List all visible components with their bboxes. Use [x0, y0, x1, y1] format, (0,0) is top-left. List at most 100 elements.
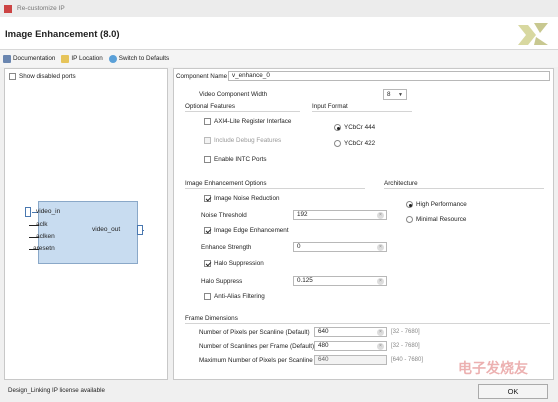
halo-suppress-input[interactable]: 0.125 × [293, 276, 387, 286]
config-panel: Component Name v_enhance_0 Video Compone… [173, 68, 554, 380]
checkbox-box[interactable] [9, 73, 16, 80]
optional-features-title: Optional Features [185, 103, 236, 110]
documentation-button[interactable]: Documentation [3, 54, 56, 63]
radio-high-performance-dot[interactable] [406, 201, 413, 208]
high-performance-label: High Performance [416, 201, 467, 208]
debug-features-box [204, 137, 211, 144]
noise-threshold-value: 192 [297, 211, 308, 218]
noise-reduction-label: Image Noise Reduction [214, 195, 280, 202]
port-video-out: video_out [92, 226, 121, 233]
dialog-header: Image Enhancement (8.0) [0, 17, 558, 50]
halo-suppression-box[interactable] [204, 260, 211, 267]
clear-icon[interactable]: × [377, 212, 384, 219]
anti-alias-box[interactable] [204, 293, 211, 300]
max-pixels-range: [640 - 7680] [391, 357, 424, 363]
symbol-panel: Show disabled ports video_in aclk aclken… [4, 68, 168, 380]
anti-alias-label: Anti-Alias Filtering [214, 293, 265, 300]
axi-lite-box[interactable] [204, 118, 211, 125]
halo-suppress-value: 0.125 [297, 277, 313, 284]
pixels-per-scanline-label: Number of Pixels per Scanline (Default) [199, 329, 310, 336]
scanlines-per-frame-label: Number of Scanlines per Frame (Default) [199, 343, 315, 350]
debug-features-label: Include Debug Features [214, 137, 282, 144]
edge-enhancement-box[interactable] [204, 227, 211, 234]
optional-features-divider [185, 111, 300, 112]
watermark: 电子发烧友 [458, 361, 528, 377]
frame-dimensions-divider [185, 323, 550, 324]
halo-suppress-label: Halo Suppress [201, 278, 243, 285]
intc-ports-label: Enable INTC Ports [214, 156, 267, 163]
clear-icon[interactable]: × [377, 329, 384, 336]
enhance-strength-label: Enhance Strength [201, 244, 252, 251]
anti-alias-checkbox[interactable]: Anti-Alias Filtering [204, 293, 265, 300]
ip-location-button[interactable]: IP Location [61, 54, 103, 63]
page-title: Image Enhancement (8.0) [5, 29, 120, 40]
clear-icon[interactable]: × [377, 343, 384, 350]
ok-button[interactable]: OK [478, 384, 548, 399]
window-title: Re-customize IP [17, 5, 65, 12]
switch-defaults-label: Switch to Defaults [118, 55, 170, 62]
enhancement-options-title: Image Enhancement Options [185, 180, 267, 187]
pixels-per-scanline-range: [32 - 7680] [391, 329, 420, 335]
documentation-label: Documentation [13, 55, 56, 62]
refresh-icon [108, 54, 117, 63]
pixels-per-scanline-input[interactable]: 640 × [314, 327, 387, 337]
halo-suppression-checkbox[interactable]: Halo Suppression [204, 260, 264, 267]
port-aclken: aclken [36, 233, 55, 240]
radio-high-performance[interactable]: High Performance [406, 201, 467, 208]
book-icon [3, 54, 11, 63]
debug-features-checkbox: Include Debug Features [204, 137, 281, 144]
radio-minimal-resource-dot[interactable] [406, 216, 413, 223]
xilinx-logo-icon [518, 23, 548, 45]
port-aclk: aclk [36, 221, 48, 228]
video-in-bus-icon [25, 207, 31, 217]
max-pixels-input: 640 [314, 355, 387, 365]
noise-reduction-checkbox[interactable]: Image Noise Reduction [204, 195, 279, 202]
radio-ycbcr444[interactable]: YCbCr 444 [334, 124, 375, 131]
toolbar: Documentation IP Location Switch to Defa… [0, 50, 558, 67]
radio-ycbcr444-dot[interactable] [334, 124, 341, 131]
edge-enhancement-checkbox[interactable]: Image Edge Enhancement [204, 227, 289, 234]
noise-threshold-label: Noise Threshold [201, 212, 247, 219]
port-video-in: video_in [36, 208, 61, 215]
intc-ports-checkbox[interactable]: Enable INTC Ports [204, 156, 267, 163]
radio-ycbcr422-dot[interactable] [334, 140, 341, 147]
radio-ycbcr422[interactable]: YCbCr 422 [334, 140, 375, 147]
clear-icon[interactable]: × [377, 244, 384, 251]
app-icon [4, 4, 12, 13]
video-width-select[interactable]: 8 ▼ [383, 89, 407, 100]
radio-minimal-resource[interactable]: Minimal Resource [406, 216, 466, 223]
enhancement-divider [185, 188, 365, 189]
chevron-down-icon: ▼ [398, 92, 403, 98]
input-format-divider [312, 111, 412, 112]
video-out-bus-icon [137, 225, 143, 235]
dialog-footer: OK [0, 381, 558, 402]
video-width-value: 8 [387, 91, 391, 98]
clear-icon[interactable]: × [377, 278, 384, 285]
scanlines-per-frame-value: 480 [318, 342, 329, 349]
ycbcr444-label: YCbCr 444 [344, 124, 376, 131]
halo-suppression-label: Halo Suppression [214, 260, 264, 267]
architecture-title: Architecture [384, 180, 418, 187]
component-name-input[interactable]: v_enhance_0 [228, 71, 550, 81]
ycbcr422-label: YCbCr 422 [344, 140, 376, 147]
enhance-strength-input[interactable]: 0 × [293, 242, 387, 252]
window-titlebar: Re-customize IP [0, 0, 558, 17]
folder-icon [61, 54, 70, 63]
edge-enhancement-label: Image Edge Enhancement [214, 227, 289, 234]
input-format-title: Input Format [312, 103, 348, 110]
show-disabled-ports-label: Show disabled ports [19, 73, 76, 80]
frame-dimensions-title: Frame Dimensions [185, 315, 238, 322]
max-pixels-value: 640 [318, 356, 329, 363]
switch-defaults-button[interactable]: Switch to Defaults [108, 54, 170, 63]
enhance-strength-value: 0 [297, 243, 301, 250]
axi-lite-checkbox[interactable]: AXI4-Lite Register Interface [204, 118, 291, 125]
noise-reduction-box[interactable] [204, 195, 211, 202]
show-disabled-ports-checkbox[interactable]: Show disabled ports [9, 73, 76, 80]
intc-ports-box[interactable] [204, 156, 211, 163]
max-pixels-label: Maximum Number of Pixels per Scanline [199, 357, 313, 364]
minimal-resource-label: Minimal Resource [416, 216, 467, 223]
scanlines-per-frame-range: [32 - 7680] [391, 343, 420, 349]
scanlines-per-frame-input[interactable]: 480 × [314, 341, 387, 351]
noise-threshold-input[interactable]: 192 × [293, 210, 387, 220]
pixels-per-scanline-value: 640 [318, 328, 329, 335]
